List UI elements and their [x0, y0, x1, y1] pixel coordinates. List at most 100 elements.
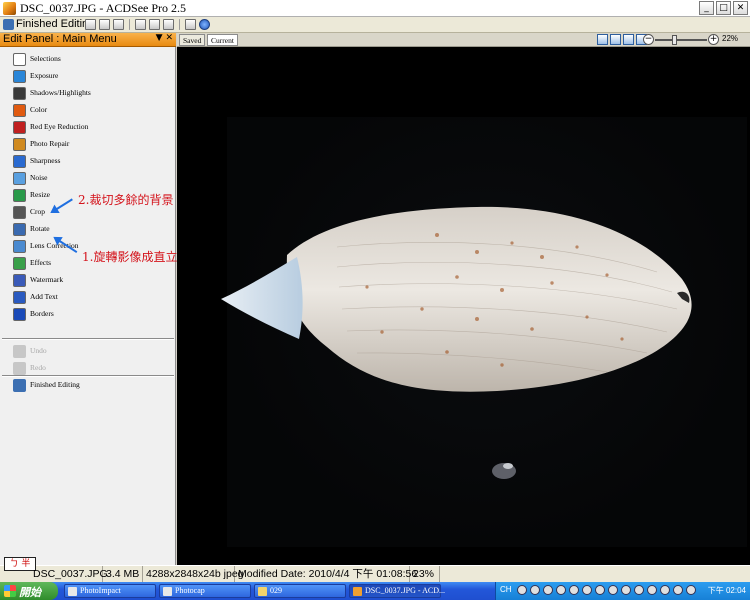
undo-button[interactable]: Undo: [0, 343, 174, 360]
menu-divider: [2, 339, 174, 340]
edit-menu-item-label: Color: [30, 105, 48, 114]
view-mode-icons: [597, 34, 647, 45]
zoom-out-icon[interactable]: [149, 19, 160, 30]
edit-menu-item[interactable]: Selections: [0, 51, 174, 68]
tray-icon[interactable]: [516, 585, 527, 595]
copy-icon[interactable]: [113, 19, 124, 30]
clock[interactable]: 下午 02:04: [708, 585, 746, 596]
save-as-icon[interactable]: [99, 19, 110, 30]
tray-icon[interactable]: [659, 585, 670, 595]
edit-menu-item[interactable]: Sharpness: [0, 153, 174, 170]
crop-annotation: 2.裁切多餘的背景: [78, 193, 174, 207]
tab-current[interactable]: Current: [207, 34, 238, 46]
undo-icon: [13, 345, 26, 358]
edit-menu-item[interactable]: Watermark: [0, 272, 174, 289]
finished-editing-button[interactable]: Finished Editing: [16, 18, 94, 30]
start-button[interactable]: 開始: [0, 582, 58, 600]
system-tray: CH 下午 02:04: [495, 582, 750, 600]
zoom-in-button[interactable]: +: [708, 34, 719, 45]
tray-icon[interactable]: [594, 585, 605, 595]
toolbar-icons: [85, 19, 210, 30]
shell-body: [286, 206, 692, 392]
edit-menu-item-label: Sharpness: [30, 156, 61, 165]
finished-editing-icon: [13, 379, 26, 392]
image-viewer[interactable]: [177, 47, 750, 565]
rotate-annotation: 1.旋轉影像成直立: [82, 250, 178, 264]
maximize-button[interactable]: □: [716, 1, 731, 15]
task-acdsee[interactable]: DSC_0037.JPG - ACD...: [349, 584, 445, 598]
edit-panel-title: Edit Panel : Main Menu: [3, 33, 117, 45]
redo-icon: [13, 362, 26, 375]
zoom-level[interactable]: 22%: [722, 34, 738, 43]
edit-menu-item[interactable]: Shadows/Highlights: [0, 85, 174, 102]
photocap-icon: [163, 587, 172, 596]
zoom-out-button[interactable]: −: [643, 34, 654, 45]
compare-view-icon[interactable]: [623, 34, 634, 45]
split-view-icon[interactable]: [610, 34, 621, 45]
tray-icon[interactable]: [542, 585, 553, 595]
edit-menu-item-label: Add Text: [30, 292, 58, 301]
redo-label: Redo: [30, 363, 46, 372]
edit-menu-item[interactable]: Photo Repair: [0, 136, 174, 153]
edit-menu-item-label: Noise: [30, 173, 48, 182]
zoom-in-icon[interactable]: [135, 19, 146, 30]
edit-menu-item[interactable]: Exposure: [0, 68, 174, 85]
status-filename: DSC_0037.JPG: [30, 566, 108, 582]
zoom-slider-handle[interactable]: [672, 35, 677, 45]
tray-icon[interactable]: [529, 585, 540, 595]
edit-menu-item[interactable]: Noise: [0, 170, 174, 187]
edit-menu-item[interactable]: Add Text: [0, 289, 174, 306]
histogram-icon[interactable]: [597, 34, 608, 45]
edit-menu-item-label: Crop: [30, 207, 45, 216]
title-bar: DSC_0037.JPG - ACDSee Pro 2.5 _ □ ✕: [0, 0, 750, 17]
edit-menu-item[interactable]: Borders: [0, 306, 174, 323]
tray-icon[interactable]: [685, 585, 696, 595]
task-folder-029[interactable]: 029: [254, 584, 346, 598]
rotate-icon: [13, 223, 26, 236]
edit-menu-item[interactable]: Color: [0, 102, 174, 119]
acdsee-app-icon: [3, 2, 16, 15]
status-bar: ㄅ 半 DSC_0037.JPG 3.4 MB 4288x2848x24b jp…: [0, 557, 750, 582]
task-photoimpact[interactable]: PhotoImpact: [64, 584, 156, 598]
main-toolbar: Finished Editing: [0, 17, 750, 33]
minimize-button[interactable]: _: [699, 1, 714, 15]
tray-icon[interactable]: [633, 585, 644, 595]
tray-icon[interactable]: [607, 585, 618, 595]
exposure-icon: [13, 70, 26, 83]
tray-icon[interactable]: [672, 585, 683, 595]
panel-finished-editing-button[interactable]: Finished Editing: [0, 377, 174, 394]
language-indicator[interactable]: CH: [500, 585, 512, 595]
view-bar: Saved Current − + 22%: [177, 33, 750, 47]
task-label: DSC_0037.JPG - ACD...: [365, 586, 446, 595]
hand-tool-icon[interactable]: [185, 19, 196, 30]
edit-panel-header: Edit Panel : Main Menu ▼ ✕: [0, 33, 176, 47]
save-icon[interactable]: [85, 19, 96, 30]
edit-menu-item[interactable]: Red Eye Reduction: [0, 119, 174, 136]
undo-label: Undo: [30, 346, 47, 355]
tray-icon[interactable]: [646, 585, 657, 595]
tray-icon[interactable]: [581, 585, 592, 595]
edit-menu-item-label: Resize: [30, 190, 50, 199]
tray-icon[interactable]: [568, 585, 579, 595]
tab-saved[interactable]: Saved: [179, 34, 206, 46]
edit-menu-item-label: Exposure: [30, 71, 59, 80]
zoom-menu-icon[interactable]: [163, 19, 174, 30]
toolbar-separator: [179, 19, 180, 30]
status-zoom: 23%: [410, 566, 440, 582]
help-icon[interactable]: [199, 19, 210, 30]
task-label: Photocap: [175, 586, 205, 595]
task-photocap[interactable]: Photocap: [159, 584, 251, 598]
zoom-slider[interactable]: [655, 39, 707, 41]
panel-controls[interactable]: ▼ ✕: [156, 33, 173, 43]
status-filesize: 3.4 MB: [103, 566, 143, 582]
close-button[interactable]: ✕: [733, 1, 748, 15]
folder-icon: [258, 587, 267, 596]
status-modified-date: Modified Date: 2010/4/4 下午 01:08:56: [235, 566, 417, 582]
task-label: PhotoImpact: [80, 586, 121, 595]
edit-menu-item[interactable]: Rotate: [0, 221, 174, 238]
tray-icon[interactable]: [555, 585, 566, 595]
start-label: 開始: [19, 587, 41, 599]
edit-menu-list: Selections Exposure Shadows/Highlights Colo…: [0, 51, 174, 323]
tray-icon[interactable]: [620, 585, 631, 595]
tray-icons: CH: [500, 585, 696, 595]
